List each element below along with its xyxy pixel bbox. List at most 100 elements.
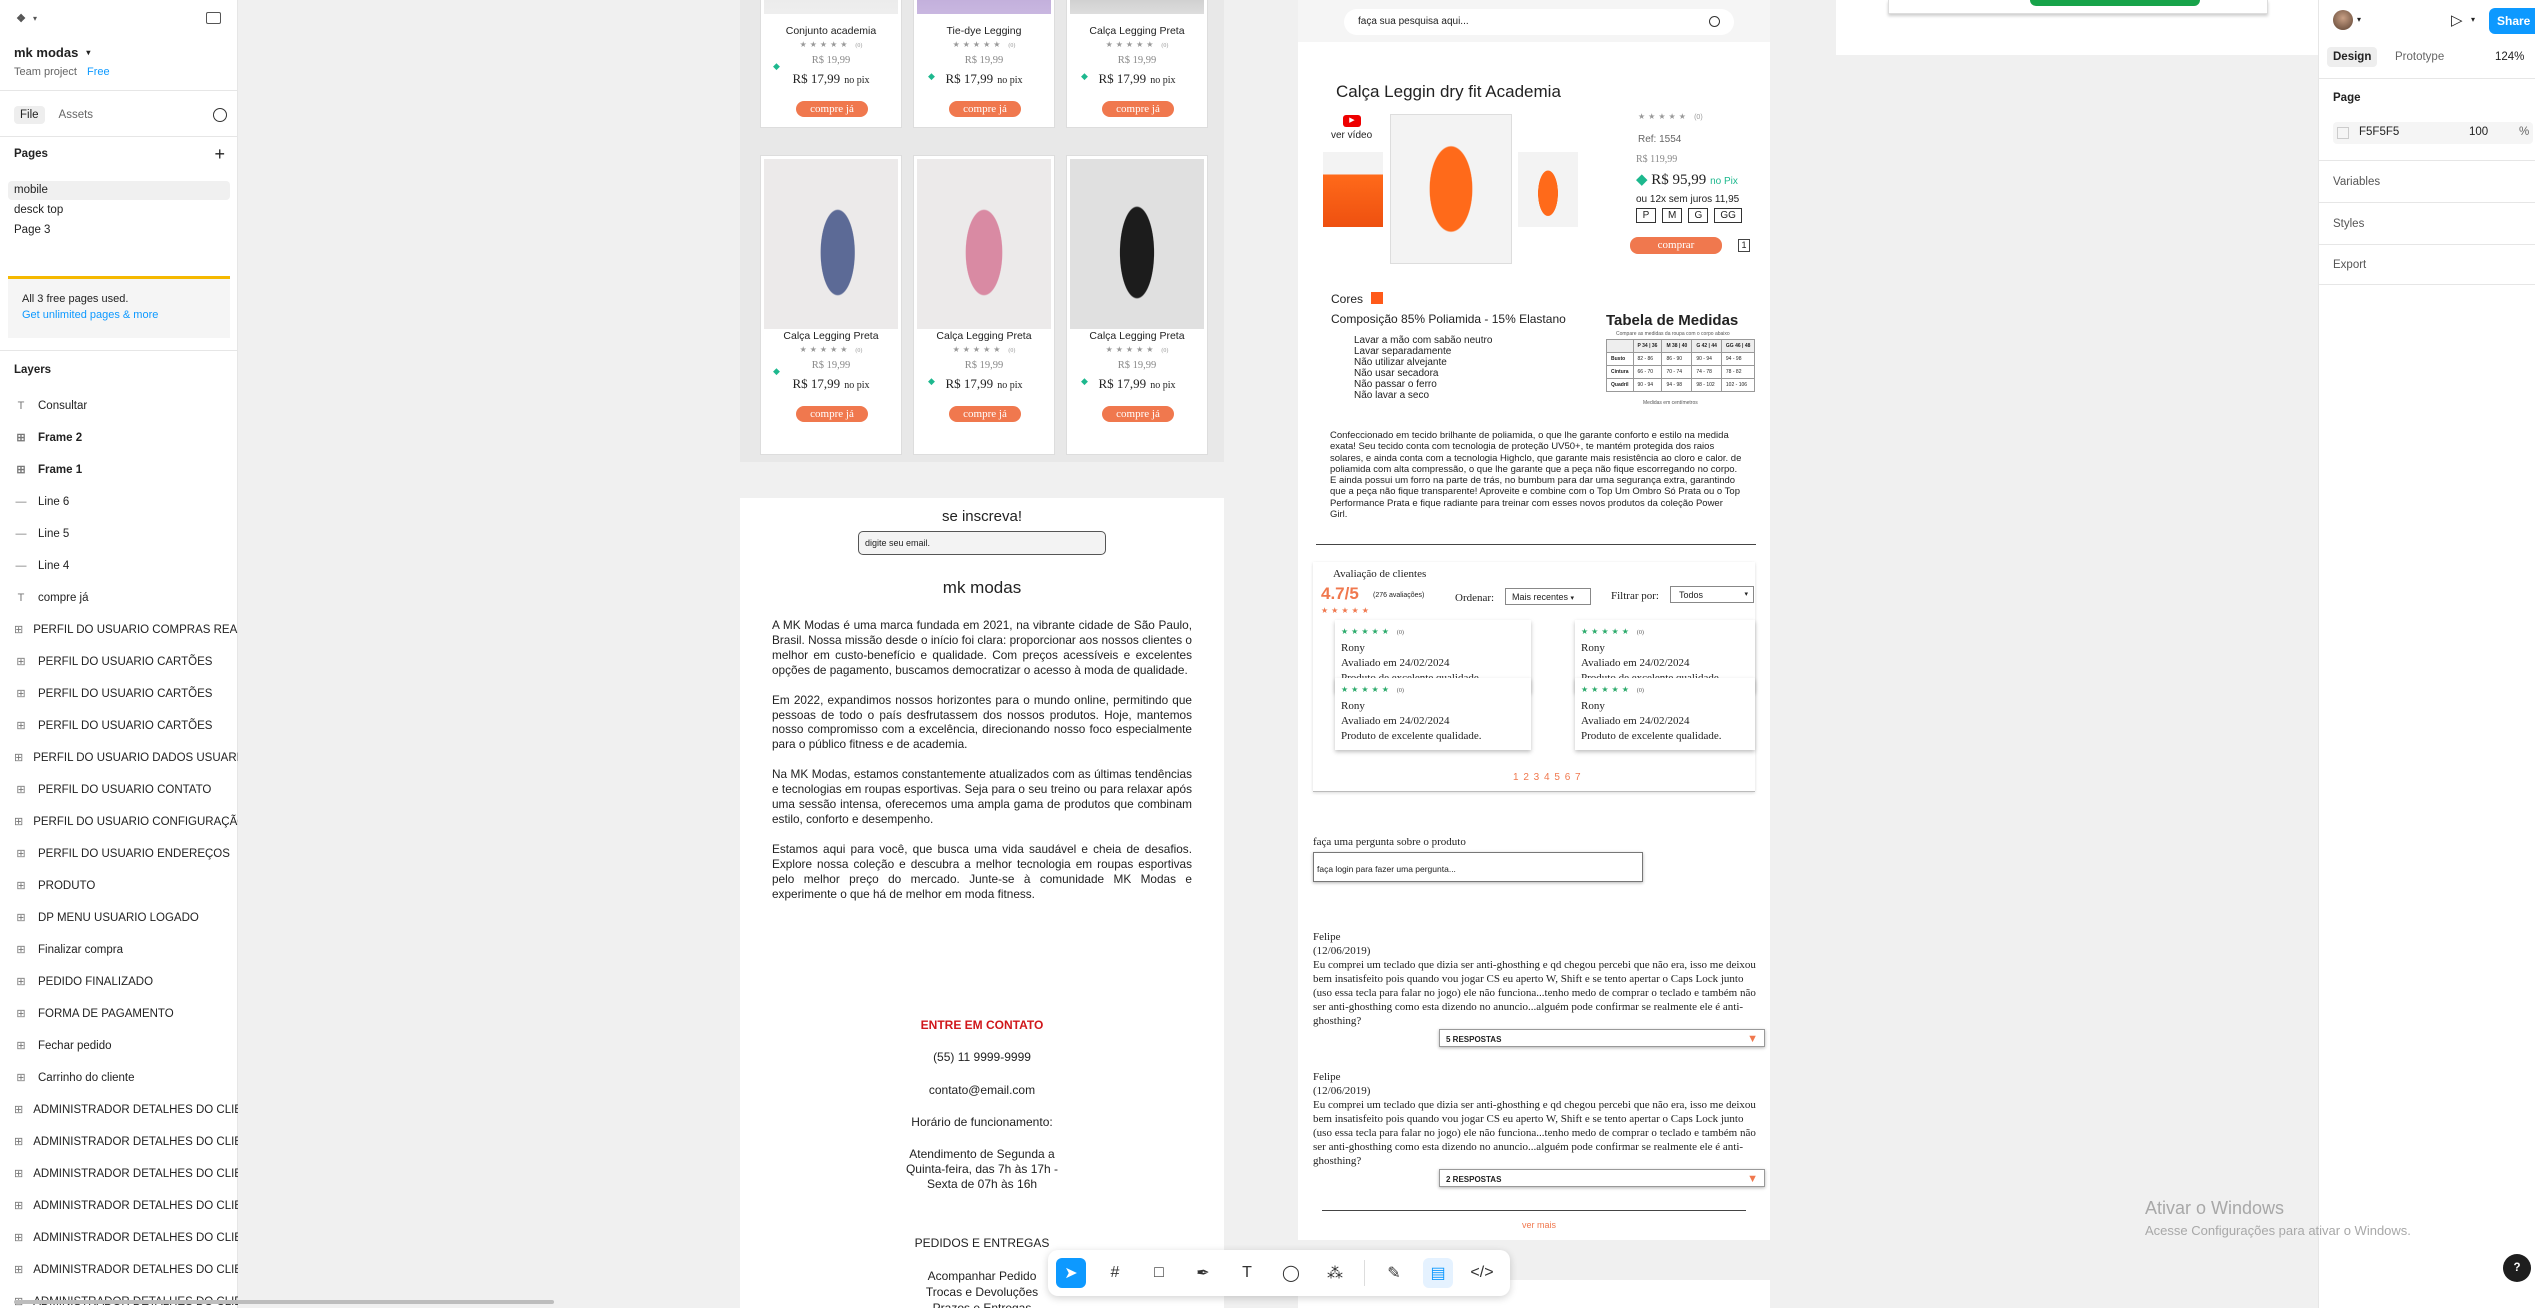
layer-item[interactable]: ⊞ PERFIL DO USUARIO CARTÕES — [14, 716, 238, 736]
layer-item[interactable]: ⊞ ADMINISTRADOR DETALHES DO CLIENTE — [14, 1196, 238, 1216]
product-image[interactable] — [764, 159, 898, 329]
main-menu-button[interactable]: ❖ ▾ — [14, 12, 227, 26]
page-item[interactable]: mobile — [8, 181, 230, 200]
size-option[interactable]: P — [1636, 208, 1656, 223]
layer-item[interactable]: ⊞ PERFIL DO USUARIO DADOS USUARIO — [14, 748, 238, 768]
play-icon[interactable]: ▷ — [2451, 11, 2463, 29]
pagination[interactable]: 1 2 3 4 5 6 7 — [1513, 772, 1581, 783]
layer-item[interactable]: ⊞ Frame 2 — [14, 428, 238, 448]
answers-toggle[interactable]: 2 RESPOSTAS ▼ — [1439, 1169, 1765, 1187]
search-icon[interactable] — [213, 108, 227, 122]
quantity-input[interactable]: 1 — [1738, 239, 1750, 252]
product-image[interactable] — [917, 159, 1051, 329]
product-image[interactable] — [1070, 159, 1204, 329]
avatar[interactable] — [2333, 10, 2353, 30]
file-name[interactable]: mk modas ▾ — [14, 45, 227, 60]
product-image[interactable] — [764, 0, 898, 14]
help-button[interactable]: ? — [2503, 1254, 2531, 1282]
layer-item[interactable]: ⊞ PRODUTO — [14, 876, 238, 896]
sidebar-toggle-icon[interactable] — [206, 12, 221, 24]
layer-item[interactable]: ⊞ Frame 1 — [14, 460, 238, 480]
chevron-down-icon[interactable]: ▾ — [2357, 15, 2361, 24]
layer-item[interactable]: ⊞ ADMINISTRADOR DETALHES DO CLIENTE — [14, 1260, 238, 1280]
zoom-level[interactable]: 124% — [2495, 51, 2524, 63]
scrollbar[interactable] — [14, 1300, 554, 1304]
text-tool-icon[interactable]: T — [1232, 1258, 1262, 1288]
layer-item[interactable]: ⊞ Carrinho do cliente — [14, 1068, 238, 1088]
layer-item[interactable]: ⊞ PERFIL DO USUARIO CONTATO — [14, 780, 238, 800]
orders-link[interactable]: Prazos e Entregas — [740, 1300, 1224, 1308]
contact-email[interactable]: contato@email.com — [740, 1083, 1224, 1097]
layer-item[interactable]: ⊞ PERFIL DO USUARIO ENDEREÇOS — [14, 844, 238, 864]
tab-assets[interactable]: Assets — [59, 109, 94, 121]
page-color-hex[interactable]: F5F5F5 — [2359, 126, 2399, 138]
product-card[interactable]: Calça Legging Preta ★★★★★ (0) R$ 19,99 R$ 1… — [1066, 0, 1208, 128]
get-unlimited-link[interactable]: Get unlimited pages & more — [22, 307, 216, 323]
page-item[interactable]: desck top — [8, 201, 230, 220]
layer-item[interactable]: ⊞ PERFIL DO USUARIO CARTÕES — [14, 684, 238, 704]
ask-input[interactable]: faça login para fazer uma pergunta... — [1313, 852, 1643, 882]
color-swatch[interactable] — [2337, 127, 2349, 139]
frame-tool-icon[interactable]: # — [1100, 1258, 1130, 1288]
buy-now-button[interactable]: compre já — [949, 406, 1021, 422]
product-thumb-1[interactable] — [1323, 152, 1383, 227]
draw-mode-icon[interactable]: ✎ — [1379, 1258, 1409, 1288]
layer-item[interactable]: T Consultar — [14, 396, 238, 416]
layer-item[interactable]: ⊞ PEDIDO FINALIZADO — [14, 972, 238, 992]
product-card[interactable]: Tie-dye Legging ★★★★★ (0) R$ 19,99 R$ 17,99… — [913, 0, 1055, 128]
layer-item[interactable]: ⊞ Fechar pedido — [14, 1036, 238, 1056]
search-icon[interactable] — [1709, 16, 1720, 27]
answers-toggle[interactable]: 5 RESPOSTAS ▼ — [1439, 1029, 1765, 1047]
export-section[interactable]: Export — [2333, 259, 2366, 271]
page-item[interactable]: Page 3 — [8, 221, 230, 240]
email-input[interactable]: digite seu email. — [858, 531, 1106, 555]
share-button[interactable]: Share — [2489, 8, 2535, 34]
product-card[interactable]: Calça Legging Preta ★★★★★ (0) R$ 19,99 R$ 1… — [760, 155, 902, 455]
actions-tool-icon[interactable]: ⁂ — [1320, 1258, 1350, 1288]
buy-button[interactable]: comprar — [1630, 237, 1722, 254]
video-link[interactable]: ver vídeo — [1331, 130, 1372, 141]
product-card[interactable]: Calça Legging Preta ★★★★★ (0) R$ 19,99 R$ 1… — [913, 155, 1055, 455]
move-tool-icon[interactable]: ➤ — [1056, 1258, 1086, 1288]
buy-now-button[interactable]: compre já — [796, 406, 868, 422]
pen-tool-icon[interactable]: ✒ — [1188, 1258, 1218, 1288]
color-swatch-orange[interactable] — [1371, 292, 1384, 304]
phone[interactable]: (55) 11 9999-9999 — [740, 1050, 1224, 1064]
see-more-link[interactable]: ver mais — [1522, 1220, 1556, 1230]
layer-item[interactable]: ⊞ PERFIL DO USUARIO CARTÕES — [14, 652, 238, 672]
product-card[interactable]: Calça Legging Preta ★★★★★ (0) R$ 19,99 R$ 1… — [1066, 155, 1208, 455]
layer-item[interactable]: — Line 4 — [14, 556, 238, 576]
tab-file[interactable]: File — [14, 106, 45, 124]
layer-item[interactable]: ⊞ FORMA DE PAGAMENTO — [14, 1004, 238, 1024]
chevron-down-icon[interactable]: ▾ — [2471, 15, 2475, 24]
size-option[interactable]: GG — [1714, 208, 1742, 223]
tab-design[interactable]: Design — [2327, 47, 2378, 67]
search-bar[interactable]: faça sua pesquisa aqui... — [1344, 9, 1734, 35]
rectangle-tool-icon[interactable]: □ — [1144, 1258, 1174, 1288]
layer-item[interactable]: Tcompre já — [14, 588, 238, 608]
product-card[interactable]: Conjunto academia ★★★★★ (0) R$ 19,99 R$ 17,… — [760, 0, 902, 128]
page-color-field[interactable]: F5F5F5 100 % — [2333, 122, 2533, 144]
page-opacity[interactable]: 100 — [2469, 126, 2488, 138]
size-option[interactable]: G — [1688, 208, 1709, 223]
buy-now-button[interactable]: compre já — [1102, 406, 1174, 422]
design-mode-icon[interactable]: ▤ — [1423, 1258, 1453, 1288]
buy-now-button[interactable]: compre já — [1102, 101, 1174, 117]
variables-section[interactable]: Variables — [2333, 176, 2380, 188]
size-option[interactable]: M — [1662, 208, 1683, 223]
layer-item[interactable]: ⊞ PERFIL DO USUARIO COMPRAS REALIZADAS — [14, 620, 238, 640]
layer-item[interactable]: ⊞ ADMINISTRADOR DETALHES DO CLIENTE — [14, 1100, 238, 1120]
layer-item[interactable]: ⊞ ADMINISTRADOR DETALHES DO CLIENTE — [14, 1228, 238, 1248]
layer-item[interactable]: ⊞ PERFIL DO USUARIO CONFIGURAÇÃO — [14, 812, 238, 832]
add-page-icon[interactable]: + — [214, 144, 225, 165]
product-image[interactable] — [1070, 0, 1204, 14]
buy-now-button[interactable]: compre já — [949, 101, 1021, 117]
layer-item[interactable]: — Line 6 — [14, 492, 238, 512]
filter-select[interactable]: Todos ▾ — [1670, 586, 1754, 603]
order-select[interactable]: Mais recentes ▾ — [1505, 588, 1591, 605]
layer-item[interactable]: ⊞ ADMINISTRADOR DETALHES DO CLIENTE — [14, 1132, 238, 1152]
dev-mode-icon[interactable]: </> — [1467, 1258, 1497, 1288]
styles-section[interactable]: Styles — [2333, 218, 2364, 230]
youtube-icon[interactable]: ▶ — [1343, 115, 1361, 127]
product-thumb-2[interactable] — [1518, 152, 1578, 227]
